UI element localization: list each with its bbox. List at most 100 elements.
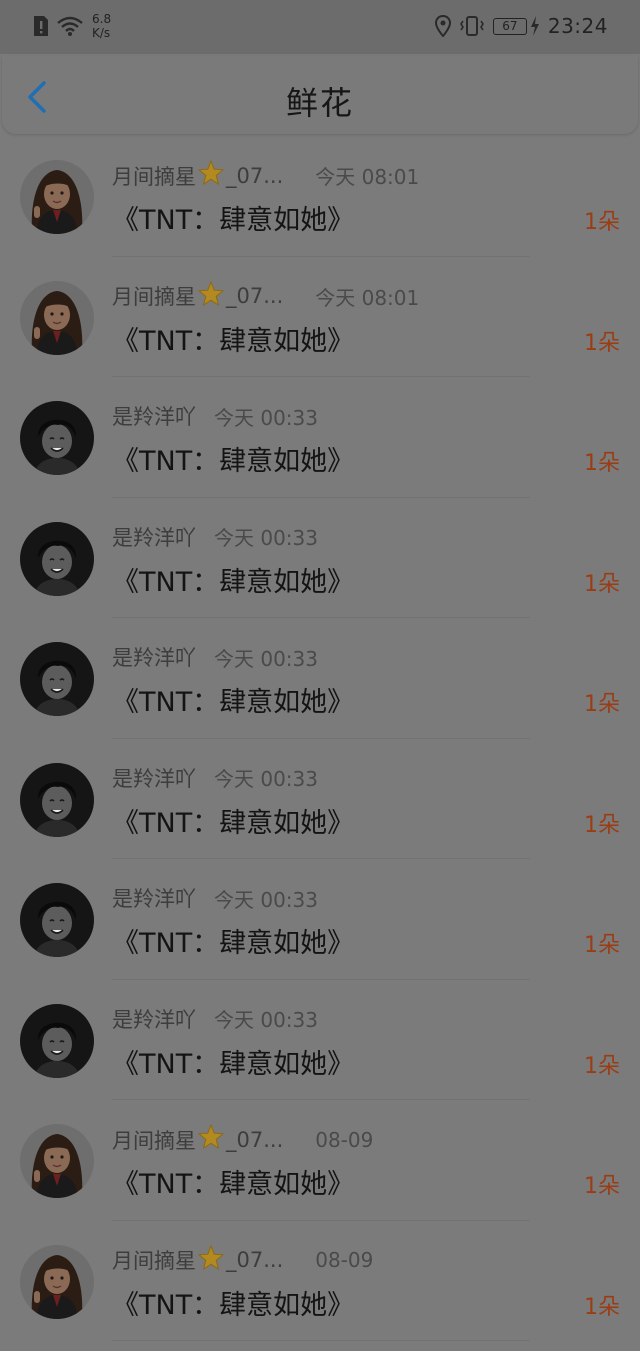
username-suffix: _07...	[226, 1127, 284, 1152]
battery-level: 67	[492, 17, 527, 35]
book-title: 《TNT：肆意如她》	[112, 687, 355, 718]
timestamp: 今天 00:33	[214, 767, 318, 791]
item-meta: 是羚洋吖 今天 00:33	[112, 522, 318, 552]
book-title: 《TNT：肆意如她》	[112, 205, 355, 236]
username-suffix: _07...	[226, 1248, 284, 1272]
avatar-image	[20, 160, 94, 234]
location-icon	[434, 15, 451, 37]
flower-count: 1朵	[584, 451, 620, 476]
username-suffix: _07...	[226, 284, 284, 308]
avatar-image	[20, 1244, 94, 1319]
network-speed: 6.8 K/s	[92, 12, 111, 40]
avatar[interactable]	[20, 521, 94, 596]
charging-icon	[530, 16, 539, 36]
flower-count: 1朵	[584, 933, 620, 958]
username[interactable]: 是羚洋吖	[112, 883, 196, 913]
username-suffix: _07...	[226, 163, 284, 188]
book-title: 《TNT：肆意如她》	[112, 1289, 355, 1321]
book-title: 《TNT：肆意如她》	[112, 566, 355, 598]
wifi-icon	[57, 16, 83, 36]
timestamp: 今天 00:33	[214, 887, 318, 912]
username[interactable]: 月间摘星	[112, 1125, 196, 1155]
page-title: 鲜花	[285, 84, 354, 122]
avatar-image	[20, 521, 94, 596]
item-meta: 是羚洋吖 今天 00:33	[112, 401, 318, 431]
star-icon	[197, 1244, 225, 1276]
avatar-image	[20, 1124, 94, 1198]
avatar-image	[20, 401, 94, 475]
flower-count: 1朵	[584, 812, 620, 838]
star-icon	[197, 280, 225, 312]
username[interactable]: 月间摘星	[112, 161, 196, 191]
avatar[interactable]	[20, 1244, 94, 1319]
item-meta: 月间摘星 _07... 08-09	[112, 1123, 374, 1155]
book-title: 《TNT：肆意如她》	[112, 807, 355, 839]
avatar[interactable]	[20, 1124, 94, 1198]
header-bar: 鲜花	[2, 56, 638, 134]
flower-count: 1朵	[584, 571, 620, 597]
flower-count: 1朵	[584, 1053, 620, 1079]
list-item[interactable]: 是羚洋吖 今天 00:33 《TNT：肆意如她》 1朵	[0, 377, 640, 498]
timestamp: 今天 08:01	[315, 165, 420, 189]
flower-count: 1朵	[584, 1174, 620, 1199]
username[interactable]: 是羚洋吖	[112, 763, 196, 793]
divider	[112, 1340, 530, 1341]
username[interactable]: 是羚洋吖	[112, 1004, 196, 1034]
username[interactable]: 是羚洋吖	[112, 401, 196, 431]
list-item[interactable]: 月间摘星 _07... 今天 08:01 《TNT：肆意如她》 1朵	[0, 257, 640, 377]
flower-list: 月间摘星 _07... 今天 08:01 《TNT：肆意如她》 1朵 月间摘星 _07...…	[0, 136, 640, 1341]
list-item[interactable]: 是羚洋吖 今天 00:33 《TNT：肆意如她》 1朵	[0, 980, 640, 1100]
avatar-image	[20, 280, 94, 355]
item-meta: 月间摘星 _07... 今天 08:01	[112, 159, 420, 191]
avatar[interactable]	[20, 160, 94, 234]
timestamp: 08-09	[315, 1127, 374, 1152]
list-item[interactable]: 是羚洋吖 今天 00:33 《TNT：肆意如她》 1朵	[0, 859, 640, 980]
book-title: 《TNT：肆意如她》	[112, 1048, 355, 1080]
avatar[interactable]	[20, 883, 94, 957]
network-speed-value: 6.8	[92, 12, 112, 26]
username[interactable]: 月间摘星	[112, 281, 196, 311]
network-speed-unit: K/s	[92, 26, 111, 40]
item-meta: 是羚洋吖 今天 00:33	[112, 883, 318, 913]
timestamp: 今天 00:33	[214, 1008, 318, 1032]
avatar[interactable]	[20, 1003, 94, 1078]
sim-alert-icon	[34, 16, 48, 36]
avatar-image	[20, 883, 94, 957]
status-bar: 6.8 K/s 67 23:24	[0, 0, 640, 54]
status-time: 23:24	[547, 14, 608, 38]
item-meta: 月间摘星 _07... 今天 08:01	[112, 280, 420, 312]
item-meta: 是羚洋吖 今天 00:33	[112, 1004, 318, 1034]
book-title: 《TNT：肆意如她》	[112, 1169, 355, 1200]
avatar[interactable]	[20, 401, 94, 475]
username[interactable]: 是羚洋吖	[112, 642, 196, 672]
timestamp: 今天 08:01	[315, 285, 420, 310]
username[interactable]: 是羚洋吖	[112, 522, 196, 552]
item-meta: 是羚洋吖 今天 00:33	[112, 642, 318, 672]
list-item[interactable]: 是羚洋吖 今天 00:33 《TNT：肆意如她》 1朵	[0, 498, 640, 618]
list-item[interactable]: 是羚洋吖 今天 00:33 《TNT：肆意如她》 1朵	[0, 739, 640, 859]
star-icon	[197, 1123, 225, 1155]
list-item[interactable]: 月间摘星 _07... 今天 08:01 《TNT：肆意如她》 1朵	[0, 136, 640, 257]
list-item[interactable]: 是羚洋吖 今天 00:33 《TNT：肆意如她》 1朵	[0, 618, 640, 739]
status-left: 6.8 K/s	[32, 12, 111, 40]
flower-count: 1朵	[584, 210, 620, 235]
list-item[interactable]: 月间摘星 _07... 08-09 《TNT：肆意如她》 1朵	[0, 1221, 640, 1341]
item-meta: 月间摘星 _07... 08-09	[112, 1244, 374, 1276]
book-title: 《TNT：肆意如她》	[112, 928, 355, 959]
book-title: 《TNT：肆意如她》	[112, 446, 355, 477]
avatar[interactable]	[20, 642, 94, 716]
status-right: 67 23:24	[434, 14, 608, 38]
timestamp: 今天 00:33	[214, 646, 318, 671]
list-item[interactable]: 月间摘星 _07... 08-09 《TNT：肆意如她》 1朵	[0, 1100, 640, 1221]
timestamp: 今天 00:33	[214, 405, 318, 430]
vibrate-icon	[459, 16, 484, 36]
timestamp: 08-09	[315, 1248, 374, 1272]
avatar-image	[20, 762, 94, 837]
avatar[interactable]	[20, 280, 94, 355]
username[interactable]: 月间摘星	[112, 1245, 196, 1275]
avatar[interactable]	[20, 762, 94, 837]
flower-count: 1朵	[584, 1294, 620, 1320]
star-icon	[197, 159, 225, 191]
avatar-image	[20, 1003, 94, 1078]
book-title: 《TNT：肆意如她》	[112, 325, 355, 357]
